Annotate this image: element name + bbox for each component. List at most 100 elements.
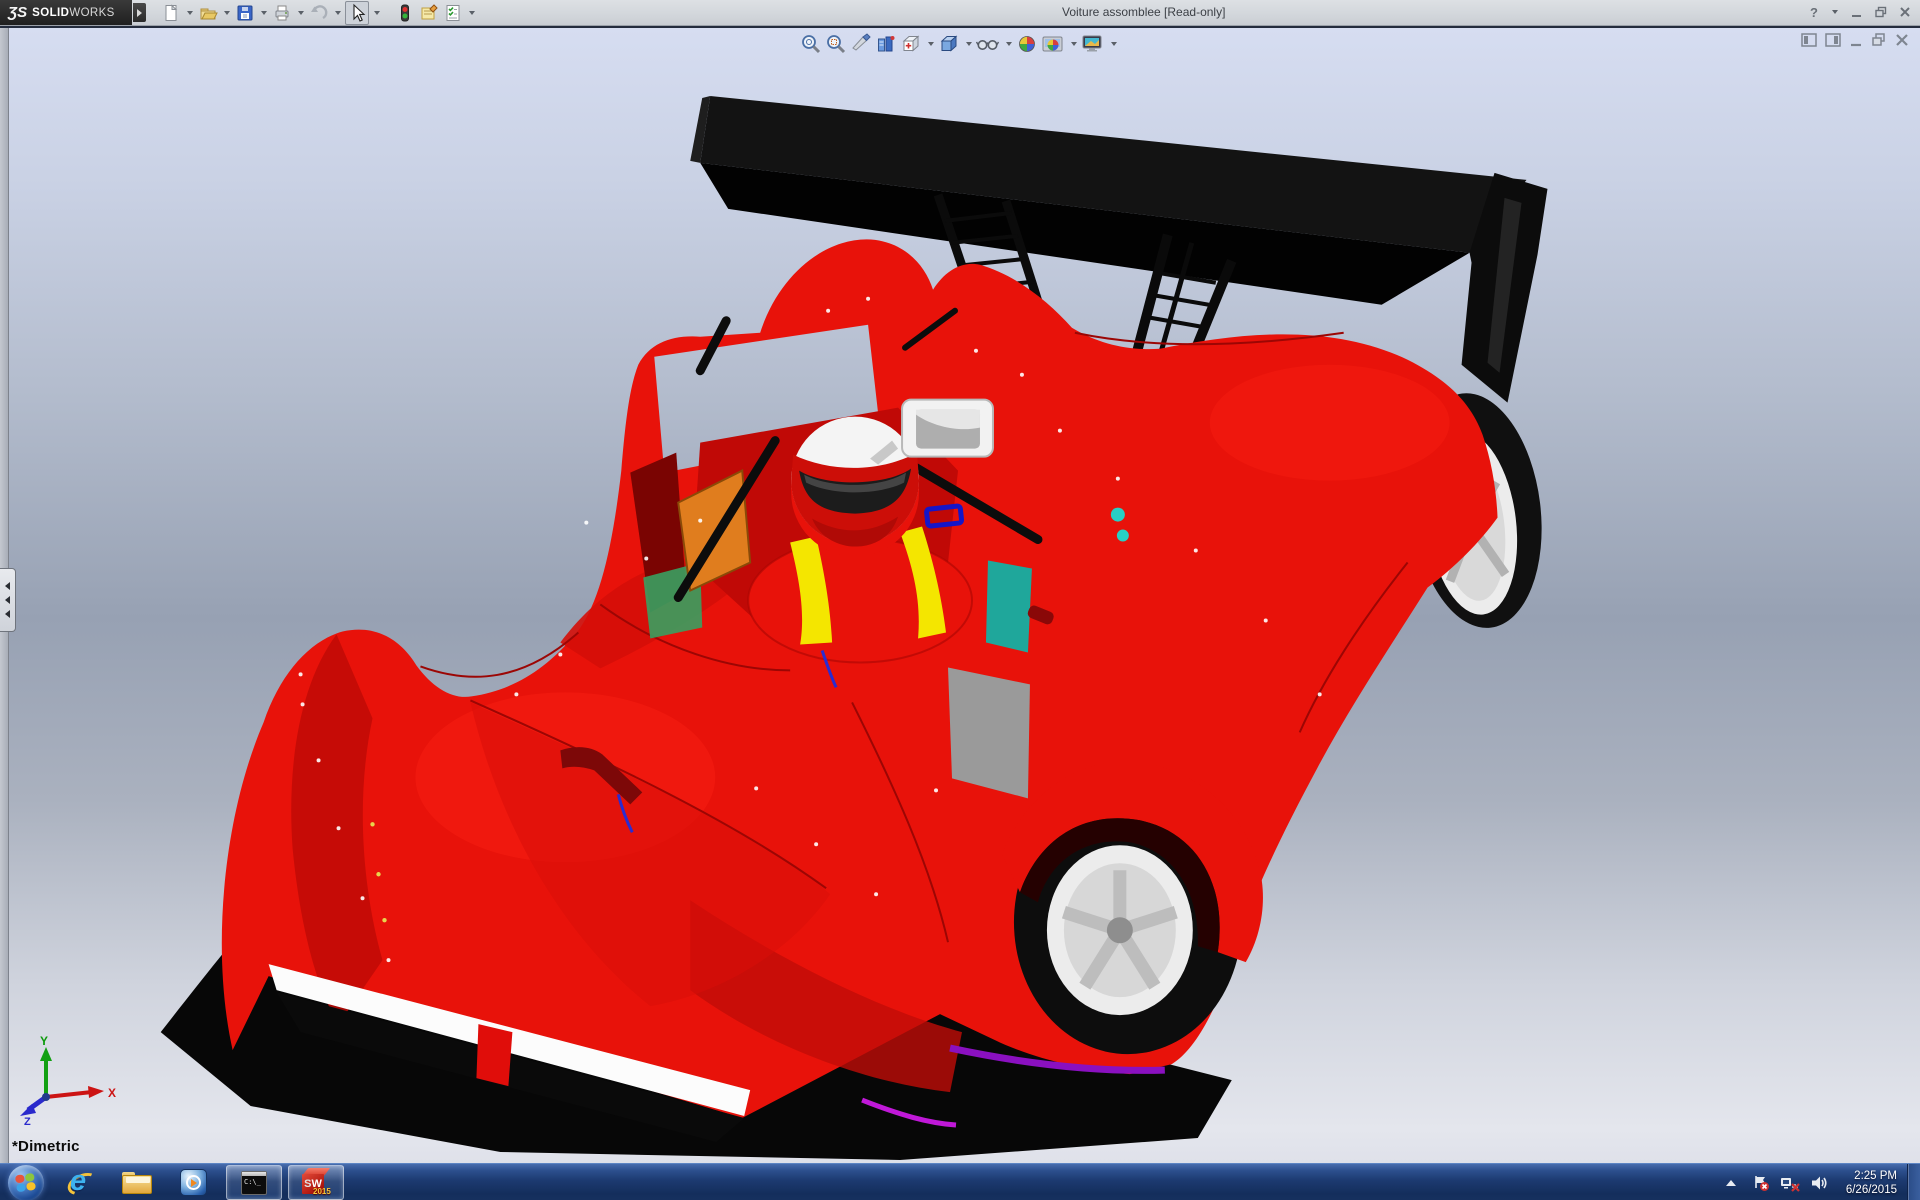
display-style-caret[interactable] bbox=[966, 42, 972, 46]
save-dropdown-caret[interactable] bbox=[261, 11, 267, 15]
view-orientation-button[interactable] bbox=[900, 33, 922, 55]
view-orientation-cube-icon bbox=[900, 33, 922, 55]
windows-flag-icon bbox=[15, 1172, 37, 1193]
new-document-button[interactable] bbox=[160, 2, 182, 24]
undo-button[interactable] bbox=[308, 2, 330, 24]
command-prompt-icon: C:\_ bbox=[241, 1171, 267, 1195]
chevron-left-icon bbox=[5, 610, 10, 618]
minimize-document-icon[interactable] bbox=[1849, 32, 1864, 48]
main-toolbar bbox=[160, 1, 479, 24]
edit-appearance-button[interactable] bbox=[1016, 33, 1038, 55]
close-document-icon[interactable] bbox=[1894, 32, 1910, 48]
options-button[interactable] bbox=[442, 2, 464, 24]
solidworks-3s-icon: ƷS bbox=[8, 4, 27, 21]
pane-right-icon[interactable] bbox=[1825, 32, 1842, 48]
close-button[interactable] bbox=[1896, 3, 1914, 21]
teal-panel bbox=[986, 561, 1032, 653]
zoom-to-area-button[interactable] bbox=[825, 33, 847, 55]
taskbar-items: e C:\_ SW 2015 bbox=[58, 1164, 350, 1200]
document-window-controls bbox=[1801, 32, 1910, 48]
triad-y-label: Y bbox=[40, 1034, 48, 1048]
system-tray: 2:25 PM 6/26/2015 bbox=[1726, 1164, 1920, 1200]
gray-sill-panel bbox=[948, 667, 1030, 798]
view-settings-caret[interactable] bbox=[1111, 42, 1117, 46]
new-document-icon bbox=[161, 3, 181, 23]
heads-up-view-toolbar bbox=[800, 32, 1121, 56]
taskbar-item-command-prompt[interactable]: C:\_ bbox=[226, 1165, 282, 1200]
display-style-button[interactable] bbox=[938, 33, 960, 55]
new-dropdown-caret[interactable] bbox=[187, 11, 193, 15]
glasses-icon bbox=[976, 33, 1000, 55]
media-player-icon bbox=[180, 1169, 207, 1196]
undo-arrow-icon bbox=[309, 3, 329, 23]
file-properties-button[interactable] bbox=[418, 2, 440, 24]
action-center-flag-icon[interactable] bbox=[1752, 1174, 1770, 1192]
splitter-pylon bbox=[476, 1024, 512, 1086]
taskbar-item-solidworks[interactable]: SW 2015 bbox=[288, 1165, 344, 1200]
solidworks-logo[interactable]: ƷS SOLIDWORKS bbox=[0, 0, 132, 25]
clock-date: 6/26/2015 bbox=[1846, 1183, 1897, 1197]
triad-z-label: Z bbox=[24, 1116, 31, 1125]
section-view-button[interactable] bbox=[875, 33, 897, 55]
view-orientation-label: *Dimetric bbox=[12, 1138, 80, 1155]
close-icon bbox=[1898, 5, 1912, 19]
save-button[interactable] bbox=[234, 2, 256, 24]
help-dropdown-caret[interactable] bbox=[1832, 10, 1838, 14]
chevron-right-icon bbox=[137, 9, 142, 17]
graphics-viewport[interactable]: Y X Z *Dimetric bbox=[0, 26, 1920, 1163]
open-document-button[interactable] bbox=[197, 2, 219, 24]
undo-dropdown-caret[interactable] bbox=[335, 11, 341, 15]
menu-expander-button[interactable] bbox=[133, 3, 146, 22]
printer-icon bbox=[272, 3, 292, 23]
hide-show-items-button[interactable] bbox=[976, 33, 1000, 55]
help-button[interactable]: ? bbox=[1805, 3, 1823, 21]
teal-dot bbox=[1111, 508, 1125, 522]
minimize-button[interactable] bbox=[1848, 3, 1866, 21]
restore-document-icon[interactable] bbox=[1871, 32, 1887, 48]
zoom-to-fit-icon bbox=[800, 33, 822, 55]
windows-taskbar: e C:\_ SW 2015 bbox=[0, 1163, 1920, 1200]
view-settings-icon bbox=[1081, 33, 1105, 55]
display-style-cube-icon bbox=[938, 33, 960, 55]
show-hidden-icons-button[interactable] bbox=[1726, 1180, 1736, 1186]
taskbar-item-windows-explorer[interactable] bbox=[114, 1166, 160, 1199]
select-dropdown-caret[interactable] bbox=[374, 11, 380, 15]
open-dropdown-caret[interactable] bbox=[224, 11, 230, 15]
taskbar-clock[interactable]: 2:25 PM 6/26/2015 bbox=[1846, 1169, 1897, 1197]
view-settings-button[interactable] bbox=[1081, 33, 1105, 55]
feature-manager-expand-tab[interactable] bbox=[0, 568, 16, 632]
chevron-left-icon bbox=[5, 582, 10, 590]
section-view-icon bbox=[875, 33, 897, 55]
print-button[interactable] bbox=[271, 2, 293, 24]
solidworks-application-window: ƷS SOLIDWORKS bbox=[0, 0, 1920, 1200]
select-cursor-icon bbox=[347, 3, 367, 23]
triad-x-label: X bbox=[108, 1086, 116, 1100]
network-status-icon[interactable] bbox=[1780, 1174, 1800, 1192]
start-button[interactable] bbox=[8, 1165, 44, 1200]
orientation-triad: Y X Z bbox=[16, 1033, 126, 1125]
checklist-icon bbox=[443, 3, 463, 23]
folder-icon bbox=[122, 1172, 152, 1194]
apply-scene-button[interactable] bbox=[1041, 33, 1065, 55]
pane-left-icon[interactable] bbox=[1801, 32, 1818, 48]
zoom-to-fit-button[interactable] bbox=[800, 33, 822, 55]
hide-show-items-caret[interactable] bbox=[1006, 42, 1012, 46]
rebuild-button[interactable] bbox=[394, 2, 416, 24]
save-floppy-icon bbox=[235, 3, 255, 23]
chevron-left-icon bbox=[5, 596, 10, 604]
taskbar-item-media-player[interactable] bbox=[170, 1166, 216, 1199]
options-dropdown-caret[interactable] bbox=[469, 11, 475, 15]
minimize-icon bbox=[1850, 5, 1864, 19]
note-pencil-icon bbox=[419, 3, 439, 23]
select-tool-button[interactable] bbox=[345, 1, 369, 25]
restore-button[interactable] bbox=[1872, 3, 1890, 21]
window-title: Voiture assomblee [Read-only] bbox=[1062, 5, 1225, 19]
apply-scene-caret[interactable] bbox=[1071, 42, 1077, 46]
brand-works: WORKS bbox=[69, 7, 114, 19]
volume-icon[interactable] bbox=[1810, 1174, 1828, 1192]
section-tool-button[interactable] bbox=[850, 33, 872, 55]
show-desktop-button[interactable] bbox=[1907, 1164, 1920, 1200]
taskbar-item-internet-explorer[interactable]: e bbox=[58, 1166, 104, 1199]
print-dropdown-caret[interactable] bbox=[298, 11, 304, 15]
view-orientation-caret[interactable] bbox=[928, 42, 934, 46]
